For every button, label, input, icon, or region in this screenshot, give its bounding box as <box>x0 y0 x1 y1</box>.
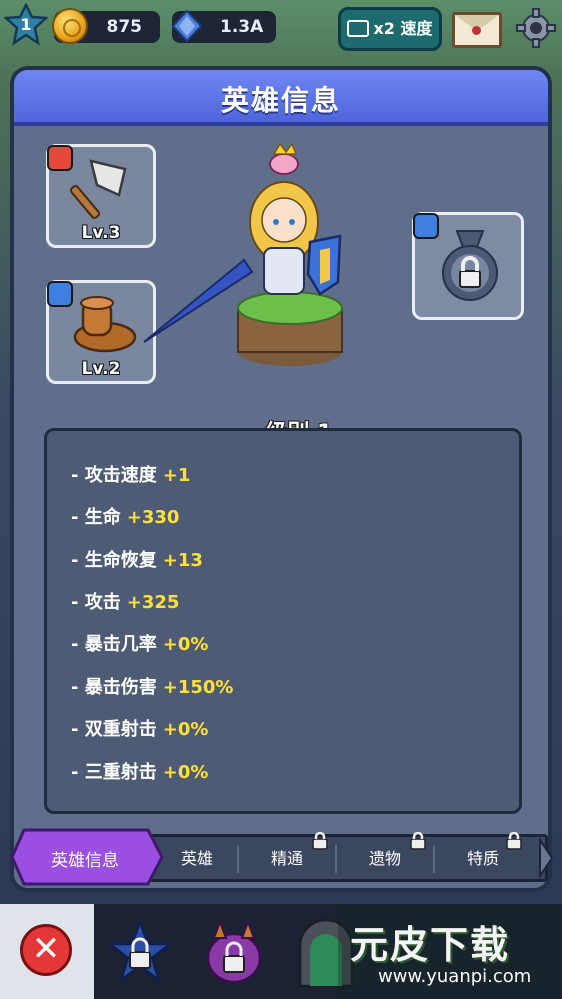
lock-icon <box>506 832 522 850</box>
stat-name: - 三重射击 <box>71 762 157 783</box>
gear-icon[interactable] <box>514 6 558 50</box>
stat-name: - 暴击几率 <box>71 634 157 655</box>
stat-name: - 双重射击 <box>71 719 157 740</box>
stats-panel: - 攻击速度 +1 - 生命 +330 - 生命恢复 +13 - 攻击 +325 - 暴… <box>44 428 522 814</box>
tab-hero[interactable]: 英雄 <box>157 837 237 881</box>
lock-icon <box>442 230 498 301</box>
watermark: 元皮下载 www.yuanpi.com <box>338 906 560 999</box>
close-icon: ✕ <box>20 924 72 976</box>
gem-icon <box>171 9 203 43</box>
star-emblem-icon[interactable] <box>104 916 176 988</box>
speed-button[interactable]: x2 速度 <box>338 7 442 51</box>
stat-name: - 攻击 <box>71 592 121 613</box>
tab-bar: 英雄 精通 遗物 特质 英雄信息 <box>10 826 554 892</box>
stat-row: - 三重射击 +0% <box>71 758 208 784</box>
stat-value: +330 <box>126 507 180 528</box>
mail-button[interactable] <box>452 12 502 48</box>
chevron-right-icon[interactable] <box>538 838 554 878</box>
close-button[interactable]: ✕ <box>0 904 94 999</box>
tab-label: 遗物 <box>368 849 401 868</box>
tv-icon <box>347 20 370 37</box>
stat-name: - 暴击伤害 <box>71 677 157 698</box>
gem-counter: 1.3A <box>171 9 276 43</box>
tab-label: 特质 <box>466 849 499 868</box>
stat-name: - 生命 <box>71 507 121 528</box>
hero-info-modal: 英雄信息 Lv.3 Lv.2 级别 1 <box>10 66 552 892</box>
player-level-badge[interactable]: 1 <box>2 2 50 47</box>
coin-icon <box>52 8 88 44</box>
top-bar: 1 875 1.3A x2 速度 <box>0 0 562 60</box>
stat-value: +325 <box>126 592 180 613</box>
coin-value: 875 <box>106 17 143 37</box>
stat-row: - 攻击速度 +1 <box>71 461 190 487</box>
stat-value: +0% <box>162 634 209 655</box>
stat-row: - 生命恢复 +13 <box>71 546 203 572</box>
monster-icon[interactable] <box>198 916 270 988</box>
stat-value: +0% <box>162 762 209 783</box>
tab-hero-info[interactable]: 英雄信息 <box>10 828 164 886</box>
stat-row: - 生命 +330 <box>71 503 179 529</box>
stat-value: +0% <box>162 719 209 740</box>
modal-header: 英雄信息 <box>14 70 548 126</box>
stat-value: +13 <box>162 550 203 571</box>
gem-value: 1.3A <box>220 17 264 37</box>
watermark-title: 元皮下载 <box>350 923 511 967</box>
stat-row: - 暴击几率 +0% <box>71 630 208 656</box>
speed-label: x2 速度 <box>373 19 433 38</box>
watermark-url: www.yuanpi.com <box>378 966 532 987</box>
tab-label: 英雄 <box>180 849 213 868</box>
lock-icon <box>312 832 328 850</box>
stat-name: - 攻击速度 <box>71 465 157 486</box>
player-level: 1 <box>20 15 32 34</box>
stat-row: - 暴击伤害 +150% <box>71 673 233 699</box>
stat-value: +1 <box>162 465 191 486</box>
stat-value: +150% <box>162 677 234 698</box>
modal-title: 英雄信息 <box>220 84 341 117</box>
tab-label: 精通 <box>270 849 303 868</box>
coin-counter: 875 <box>52 8 160 44</box>
stat-row: - 攻击 +325 <box>71 588 179 614</box>
tab-label: 英雄信息 <box>51 851 119 871</box>
stat-row: - 双重射击 +0% <box>71 715 208 741</box>
mail-notification-icon <box>472 26 481 35</box>
lock-icon <box>410 832 426 850</box>
hero-character <box>143 142 343 366</box>
stat-name: - 生命恢复 <box>71 550 157 571</box>
amulet-slot[interactable] <box>412 212 524 320</box>
